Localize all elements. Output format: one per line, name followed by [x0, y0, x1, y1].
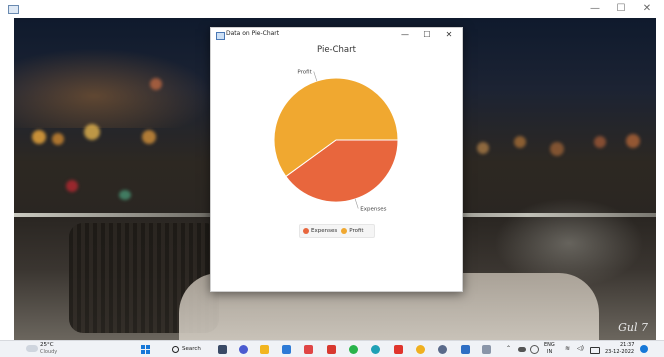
bokeh-light — [626, 134, 640, 148]
settings-gear-icon[interactable] — [438, 345, 447, 354]
minimize-button[interactable]: — — [397, 29, 413, 41]
office-icon[interactable] — [327, 345, 336, 354]
label-leader-line — [354, 198, 359, 209]
slice-label-expenses: Expenses — [360, 206, 386, 212]
bokeh-light — [150, 78, 162, 90]
media-app-icon[interactable] — [394, 345, 403, 354]
bokeh-light — [142, 130, 156, 144]
edge-browser-icon[interactable] — [371, 345, 380, 354]
window-title-bar[interactable]: Data on Pie-Chart — ☐ ✕ — [211, 28, 462, 43]
chart-legend: Expenses Profit — [299, 224, 375, 238]
close-button[interactable]: ✕ — [441, 29, 457, 41]
volume-icon[interactable]: ◁) — [577, 345, 584, 353]
label-leader-line — [313, 71, 318, 82]
taskbar: 25°C Cloudy Search ⌃ ENG IN ≋ ◁) 21:37 2… — [0, 340, 664, 357]
notification-icon[interactable] — [640, 345, 648, 353]
bokeh-light — [66, 180, 78, 192]
legend-swatch — [341, 228, 348, 234]
start-button[interactable] — [141, 345, 150, 354]
app-icon-blue[interactable] — [461, 345, 470, 354]
wallpaper-signature: Gul 7 — [618, 321, 648, 334]
cloud-icon[interactable] — [26, 345, 38, 352]
legend-label: Expenses — [311, 228, 338, 234]
bokeh-light — [84, 124, 100, 140]
taskbar-search[interactable]: Search — [168, 344, 208, 354]
legend-label: Profit — [349, 228, 364, 234]
host-maximize-button[interactable]: ☐ — [612, 2, 630, 16]
pie-chart: Expenses Profit — [273, 70, 399, 212]
window-title: Data on Pie-Chart — [226, 30, 280, 37]
maximize-button[interactable]: ☐ — [419, 29, 435, 41]
clock-time[interactable]: 21:37 — [620, 342, 634, 348]
app-icon-red[interactable] — [304, 345, 313, 354]
bokeh-light — [119, 190, 131, 200]
calendar-app-icon[interactable] — [282, 345, 291, 354]
windows-logo-icon — [141, 345, 145, 349]
input-language[interactable]: ENG — [544, 342, 555, 348]
host-minimize-button[interactable]: — — [586, 2, 604, 16]
search-label: Search — [182, 346, 201, 352]
java-window-icon — [216, 32, 225, 40]
slice-label-profit: Profit — [297, 70, 312, 76]
legend-item-expenses: Expenses — [303, 228, 337, 234]
bokeh-light — [477, 142, 489, 154]
chart-title: Pie-Chart — [317, 45, 356, 55]
bokeh-light — [514, 136, 526, 148]
pie-chart-window: Data on Pie-Chart — ☐ ✕ Pie-Chart Expens… — [210, 27, 463, 292]
wallpaper-city-lights — [14, 48, 214, 128]
search-icon — [172, 345, 179, 353]
host-title-bar: — ☐ ✕ — [0, 0, 664, 18]
chat-icon[interactable] — [239, 345, 248, 354]
whatsapp-icon[interactable] — [349, 345, 358, 354]
bokeh-light — [550, 142, 564, 156]
input-region[interactable]: IN — [547, 349, 552, 355]
bokeh-light — [594, 136, 606, 148]
wifi-icon[interactable]: ≋ — [565, 345, 570, 353]
chrome-browser-icon[interactable] — [416, 345, 425, 354]
weather-temperature[interactable]: 25°C — [40, 342, 54, 348]
chevron-up-icon[interactable]: ⌃ — [506, 345, 511, 353]
host-close-button[interactable]: ✕ — [638, 2, 656, 16]
clock-date[interactable]: 23-12-2022 — [605, 349, 634, 355]
bokeh-light — [32, 130, 46, 144]
task-view-icon[interactable] — [218, 345, 227, 354]
tray-app-icon[interactable] — [530, 345, 539, 354]
legend-item-profit: Profit — [341, 228, 364, 234]
battery-icon[interactable] — [590, 347, 600, 354]
legend-swatch — [303, 228, 309, 234]
java-app-icon[interactable] — [482, 345, 491, 354]
onedrive-cloud-icon[interactable] — [518, 347, 526, 352]
file-explorer-icon[interactable] — [260, 345, 269, 354]
app-window-icon — [8, 5, 19, 14]
bokeh-light — [52, 133, 64, 145]
weather-description[interactable]: Cloudy — [40, 349, 57, 355]
